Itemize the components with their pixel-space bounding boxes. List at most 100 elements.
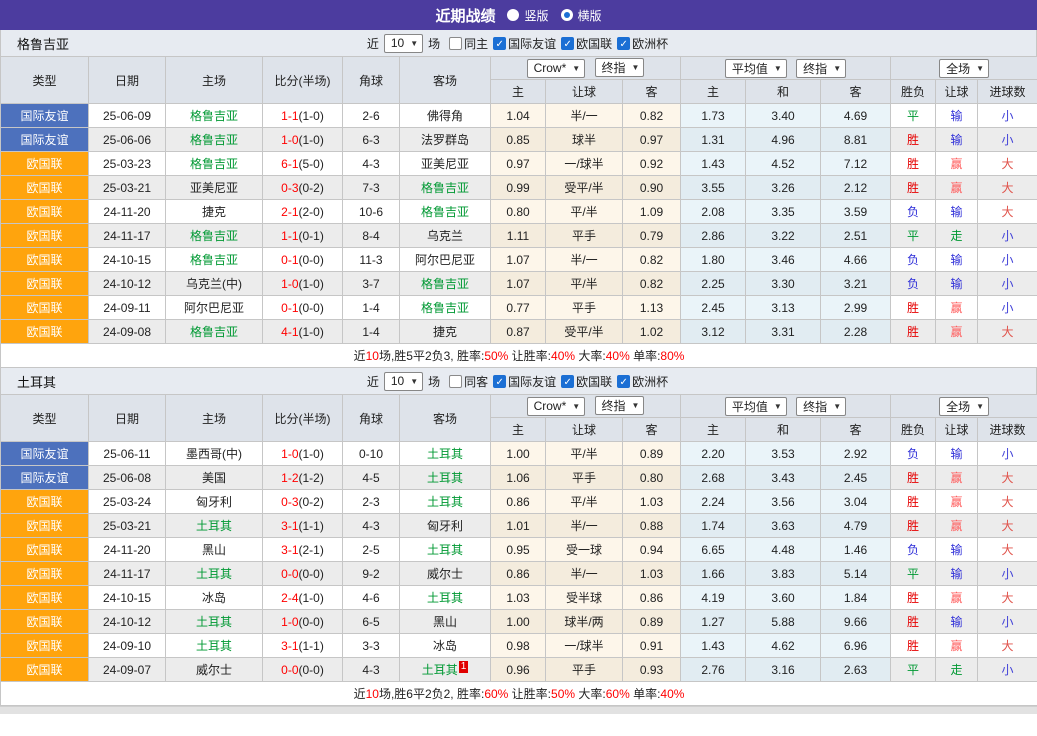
match-date: 24-10-15 bbox=[89, 586, 166, 610]
filter-checkbox-item[interactable]: 同客 bbox=[449, 373, 488, 390]
match-row: 国际友谊 25-06-09 格鲁吉亚 1-1(1-0) 2-6 佛得角 1.04… bbox=[1, 104, 1037, 128]
match-count-select[interactable]: 10▼ bbox=[384, 372, 423, 391]
corner-cell: 7-3 bbox=[343, 176, 400, 200]
checkbox-checked-icon[interactable]: ✓ bbox=[561, 375, 574, 388]
league-badge: 欧国联 bbox=[1, 658, 89, 682]
handicap-result-flag: 输 bbox=[936, 562, 978, 586]
match-date: 24-11-20 bbox=[89, 538, 166, 562]
filter-checkbox-item[interactable]: ✓欧国联 bbox=[561, 35, 612, 52]
scope-select[interactable]: 全场▼ bbox=[939, 397, 989, 416]
match-date: 24-10-15 bbox=[89, 248, 166, 272]
col-header: 角球 bbox=[343, 395, 400, 442]
filter-checkbox-item[interactable]: ✓欧洲杯 bbox=[617, 35, 668, 52]
chevron-down-icon: ▼ bbox=[774, 64, 782, 73]
chevron-down-icon: ▼ bbox=[774, 402, 782, 411]
final-index-select[interactable]: 终指▼ bbox=[595, 58, 645, 77]
league-badge: 国际友谊 bbox=[1, 104, 89, 128]
handicap-result-flag: 走 bbox=[936, 658, 978, 682]
away-team: 法罗群岛 bbox=[400, 128, 491, 152]
chevron-down-icon: ▼ bbox=[572, 402, 580, 411]
match-row: 欧国联 24-10-15 冰岛 2-4(1-0) 4-6 土耳其 1.03 受半… bbox=[1, 586, 1037, 610]
col-header: 主场 bbox=[166, 395, 263, 442]
corner-cell: 6-5 bbox=[343, 610, 400, 634]
checkbox-checked-icon[interactable]: ✓ bbox=[617, 37, 630, 50]
handicap-result-flag: 赢 bbox=[936, 296, 978, 320]
chevron-down-icon: ▼ bbox=[976, 402, 984, 411]
asia-handicap-line: 一/球半 bbox=[546, 634, 623, 658]
result-flag: 胜 bbox=[891, 514, 936, 538]
score-cell: 0-1(0-0) bbox=[263, 296, 343, 320]
full-score: 1-1 bbox=[281, 109, 298, 123]
final-index-select-2[interactable]: 终指▼ bbox=[796, 59, 846, 78]
layout-radio-vertical[interactable]: 竖版 bbox=[507, 7, 548, 24]
asia-handicap-line: 平/半 bbox=[546, 442, 623, 466]
europe-away-odds: 2.99 bbox=[821, 296, 891, 320]
sub-col-header: 客 bbox=[623, 418, 681, 442]
filter-checkbox-item[interactable]: ✓欧国联 bbox=[561, 373, 612, 390]
layout-radio-horizontal[interactable]: 横版 bbox=[561, 7, 602, 24]
radio-checked-icon[interactable] bbox=[561, 9, 573, 21]
asia-away-odds: 0.90 bbox=[623, 176, 681, 200]
provider-select[interactable]: Crow*▼ bbox=[527, 59, 586, 78]
result-flag: 平 bbox=[891, 224, 936, 248]
match-count-select[interactable]: 10▼ bbox=[384, 34, 423, 53]
filter-checkbox-item[interactable]: ✓国际友谊 bbox=[493, 373, 556, 390]
scope-select[interactable]: 全场▼ bbox=[939, 59, 989, 78]
away-team: 土耳其 bbox=[400, 442, 491, 466]
sub-col-header: 让球 bbox=[936, 80, 978, 104]
average-select[interactable]: 平均值▼ bbox=[725, 397, 787, 416]
checkbox-checked-icon[interactable]: ✓ bbox=[493, 37, 506, 50]
results-table: 类型 日期 主场 比分(半场) 角球 客场 Crow*▼ 终指▼ 平均值▼ 终指… bbox=[0, 394, 1037, 706]
checkbox-checked-icon[interactable]: ✓ bbox=[617, 375, 630, 388]
score-cell: 0-0(0-0) bbox=[263, 658, 343, 682]
final-index-select[interactable]: 终指▼ bbox=[595, 396, 645, 415]
summary-text: 60% bbox=[606, 687, 630, 701]
home-team: 土耳其 bbox=[166, 562, 263, 586]
page-title: 近期战绩 bbox=[435, 5, 495, 26]
checkbox-unchecked-icon[interactable] bbox=[449, 375, 462, 388]
checkbox-unchecked-icon[interactable] bbox=[449, 37, 462, 50]
summary-row: 近10场,胜5平2负3, 胜率:50% 让胜率:40% 大率:40% 单率:80… bbox=[1, 344, 1037, 368]
asia-away-odds: 0.80 bbox=[623, 466, 681, 490]
asia-handicap-line: 平手 bbox=[546, 224, 623, 248]
europe-draw-odds: 3.63 bbox=[746, 514, 821, 538]
result-flag: 负 bbox=[891, 272, 936, 296]
league-badge: 欧国联 bbox=[1, 248, 89, 272]
match-row: 欧国联 24-09-07 威尔士 0-0(0-0) 4-3 土耳其1 0.96 … bbox=[1, 658, 1037, 682]
score-cell: 1-1(0-1) bbox=[263, 224, 343, 248]
asia-away-odds: 0.79 bbox=[623, 224, 681, 248]
result-flag: 胜 bbox=[891, 128, 936, 152]
corner-cell: 4-5 bbox=[343, 466, 400, 490]
filter-checkbox-item[interactable]: ✓国际友谊 bbox=[493, 35, 556, 52]
home-team: 捷克 bbox=[166, 200, 263, 224]
checkbox-checked-icon[interactable]: ✓ bbox=[561, 37, 574, 50]
summary-text: 50% bbox=[551, 687, 575, 701]
half-score: (0-2) bbox=[299, 181, 324, 195]
score-cell: 1-0(1-0) bbox=[263, 128, 343, 152]
filter-checkbox-label: 同客 bbox=[464, 373, 488, 390]
asia-handicap-line: 平/半 bbox=[546, 490, 623, 514]
asia-away-odds: 0.82 bbox=[623, 248, 681, 272]
europe-away-odds: 2.51 bbox=[821, 224, 891, 248]
europe-home-odds: 2.24 bbox=[681, 490, 746, 514]
radio-unchecked-icon[interactable] bbox=[507, 9, 519, 21]
corner-cell: 4-3 bbox=[343, 514, 400, 538]
full-score: 1-0 bbox=[281, 277, 298, 291]
asia-home-odds: 0.97 bbox=[491, 152, 546, 176]
final-index-select-2[interactable]: 终指▼ bbox=[796, 397, 846, 416]
match-date: 25-06-06 bbox=[89, 128, 166, 152]
filter-checkbox-item[interactable]: 同主 bbox=[449, 35, 488, 52]
result-flag: 胜 bbox=[891, 152, 936, 176]
match-date: 25-03-21 bbox=[89, 176, 166, 200]
asia-handicap-line: 受平/半 bbox=[546, 320, 623, 344]
goals-result-flag: 大 bbox=[978, 586, 1037, 610]
checkbox-checked-icon[interactable]: ✓ bbox=[493, 375, 506, 388]
matches-label: 场 bbox=[428, 35, 440, 52]
handicap-result-flag: 输 bbox=[936, 128, 978, 152]
sub-col-header: 主 bbox=[491, 418, 546, 442]
away-team: 捷克 bbox=[400, 320, 491, 344]
average-select[interactable]: 平均值▼ bbox=[725, 59, 787, 78]
provider-select[interactable]: Crow*▼ bbox=[527, 397, 586, 416]
match-date: 24-11-17 bbox=[89, 562, 166, 586]
filter-checkbox-item[interactable]: ✓欧洲杯 bbox=[617, 373, 668, 390]
